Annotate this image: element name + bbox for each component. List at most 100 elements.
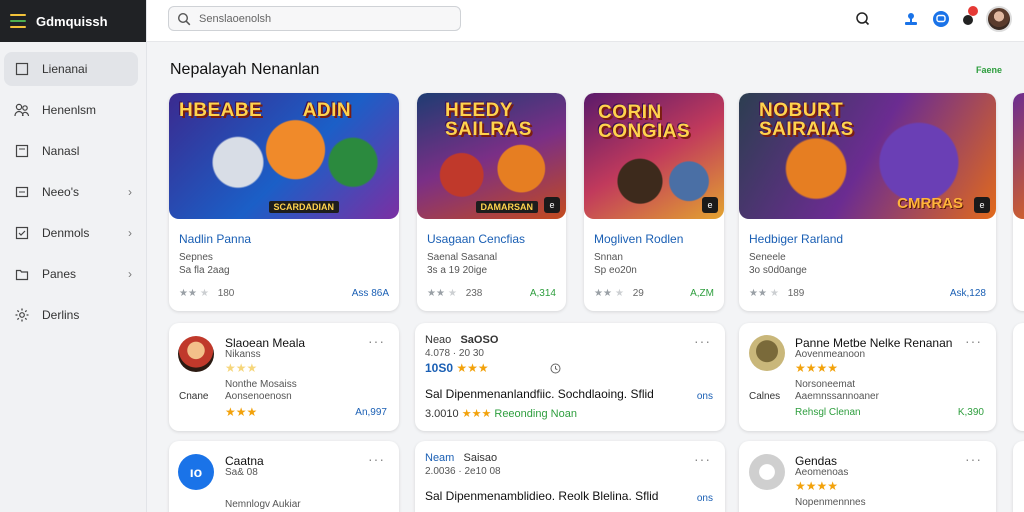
publisher-logo-icon: e	[974, 197, 990, 213]
review-title[interactable]: Slaoean Meala	[225, 336, 305, 350]
review-title[interactable]: Neao SaOSO	[425, 334, 498, 346]
game-cover: NOBURT SAIRAIAS CMRRAS e	[739, 93, 996, 219]
game-genre: Seneele	[749, 252, 786, 263]
review-card[interactable]: Neao SaOSO 4.078 · 20 30 10S0 ★★★ Sal Di…	[415, 323, 725, 431]
sidebar-item-6[interactable]: Panes ›	[4, 257, 138, 291]
review-title[interactable]: Neam Saisao	[425, 452, 497, 464]
review-title[interactable]: Caatna	[225, 454, 264, 468]
review-title[interactable]: Panne Metbe Nelke Renanan	[795, 336, 952, 350]
review-card[interactable]: Neam Saisao 2.0036 · 2e10 08 Sal Dipenme…	[415, 441, 725, 512]
chevron-right-icon: ›	[128, 267, 132, 281]
more-icon[interactable]: ···	[368, 334, 385, 348]
game-name[interactable]: Mogliven Rodlen	[594, 232, 683, 246]
game-name[interactable]: Nadlin Panna	[179, 232, 251, 246]
avatar	[749, 335, 785, 371]
review-line: Nonthe Mosaiss	[225, 379, 297, 390]
review-price: An,997	[355, 407, 387, 418]
sidebar-item-label: Lienanai	[42, 62, 88, 76]
search-input[interactable]	[199, 12, 439, 25]
upload-icon[interactable]	[902, 10, 920, 28]
game-card[interactable]: HBEABE ADIN SCARDADIAN Nadlin Panna Sepn…	[169, 93, 399, 311]
clock-icon	[550, 363, 561, 374]
review-stars: ★★★	[225, 361, 258, 375]
more-icon[interactable]: ···	[368, 452, 385, 466]
notification-icon[interactable]	[962, 6, 978, 28]
game-price: A,314	[529, 288, 556, 299]
more-icon[interactable]: ···	[694, 452, 711, 466]
game-meta: 3o s0d0ange	[749, 265, 807, 276]
top-actions	[854, 6, 1012, 32]
game-card[interactable]: NOBURT SAIRAIAS CMRRAS e Hedbiger Rarland…	[739, 93, 996, 311]
publisher-logo-icon: e	[544, 197, 560, 213]
sidebar-item-2[interactable]: Henenlsm	[4, 93, 138, 127]
review-subtitle: Aovenmeanoon	[795, 349, 866, 360]
game-cover: HEEDY SAILRAS DAMARSAN e	[417, 93, 566, 219]
sidebar-item-label: Panes	[42, 267, 77, 281]
game-meta: 3s a 19 20ige	[427, 265, 488, 276]
people-icon	[14, 102, 30, 118]
game-rating: ★★ ★ 180	[179, 288, 235, 299]
game-cover-title: NOBURT SAIRAIAS	[759, 100, 854, 140]
game-rating: ★★ ★ 189	[749, 288, 805, 299]
game-price: Ass 86A	[351, 288, 389, 299]
review-tag: Rehsgl Clenan	[795, 407, 861, 418]
notification-badge	[968, 6, 978, 16]
review-card-partial[interactable]	[1013, 323, 1024, 431]
square-icon	[14, 61, 30, 77]
search-box[interactable]	[168, 6, 461, 31]
sidebar-item-label: Henenlsm	[42, 103, 97, 117]
see-all-link[interactable]: Faene	[976, 65, 1002, 75]
review-card[interactable]: Gendas Aeomenoas ★★★★ Nopenmennnes ···	[739, 441, 996, 512]
more-icon[interactable]: ···	[694, 334, 711, 348]
game-card[interactable]: HEEDY SAILRAS DAMARSAN e Usagaan Cencfias…	[417, 93, 566, 311]
sidebar-item-1[interactable]: Lienanai	[4, 52, 138, 86]
gear-icon	[14, 307, 30, 323]
game-card[interactable]: CORIN CONGIAS e Mogliven Rodlen Snnan Sp …	[584, 93, 724, 311]
game-cover-badge: SCARDADIAN	[268, 201, 339, 213]
more-icon[interactable]: ···	[965, 334, 982, 348]
window-icon	[14, 184, 30, 200]
game-cover-title: HEEDY SAILRAS	[445, 100, 532, 140]
game-meta: Sp eo20n	[594, 265, 637, 276]
game-card-partial[interactable]	[1013, 93, 1024, 311]
review-title[interactable]: Gendas	[795, 454, 837, 468]
menu-icon[interactable]	[10, 14, 26, 28]
review-subtitle: 2.0036 · 2e10 08	[425, 466, 501, 477]
review-label: Calnes	[749, 391, 781, 402]
avatar[interactable]	[986, 6, 1012, 32]
sidebar-nav: Lienanai Henenlsm Nanasl Neeo's › Denmol…	[0, 42, 146, 332]
more-icon[interactable]: ···	[965, 452, 982, 466]
game-name[interactable]: Hedbiger Rarland	[749, 232, 843, 246]
review-line: Aaemnssannoaner	[795, 391, 879, 402]
help-icon[interactable]	[854, 10, 872, 28]
game-cover-title: CORIN CONGIAS	[598, 102, 691, 142]
top-bar	[147, 0, 1024, 42]
review-link[interactable]: ons	[697, 391, 713, 402]
sidebar-item-4[interactable]: Neeo's ›	[4, 175, 138, 209]
review-subtitle: Aeomenoas	[795, 467, 849, 478]
review-card[interactable]: Slaoean Meala Nikanss ★★★ Nonthe Mosaiss…	[169, 323, 399, 431]
game-genre: Saenal Sasanal	[427, 252, 498, 263]
review-card[interactable]: ıo Caatna Sa& 08 Nemnlogv Aukiar ···	[169, 441, 399, 512]
review-link[interactable]: ons	[697, 493, 713, 504]
review-stars: ★★★★	[795, 479, 839, 493]
game-rating: ★★ ★ 238	[427, 288, 483, 299]
square-icon	[14, 143, 30, 159]
game-price: A,ZM	[690, 288, 714, 299]
review-line: Aonsenoenosn	[225, 391, 292, 402]
sidebar-item-7[interactable]: Derlins	[4, 298, 138, 332]
game-price: Ask,128	[949, 288, 986, 299]
review-card-partial[interactable]	[1013, 441, 1024, 512]
app-title: Gdmquissh	[36, 13, 108, 29]
game-rating: ★★ ★ 29	[594, 288, 644, 299]
game-name[interactable]: Usagaan Cencfias	[427, 232, 525, 246]
sidebar-item-5[interactable]: Denmols ›	[4, 216, 138, 250]
review-line: Nopenmennnes	[795, 497, 866, 508]
game-cover-title: HBEABE ADIN	[179, 100, 352, 121]
review-text: Sal Dipenmenanlandfiic. Sochdlaoing. Sfl…	[425, 387, 654, 401]
chevron-right-icon: ›	[128, 185, 132, 199]
game-genre: Snnan	[594, 252, 623, 263]
sidebar-item-3[interactable]: Nanasl	[4, 134, 138, 168]
review-card[interactable]: Panne Metbe Nelke Renanan Aovenmeanoon ★…	[739, 323, 996, 431]
chat-icon[interactable]	[932, 10, 950, 28]
